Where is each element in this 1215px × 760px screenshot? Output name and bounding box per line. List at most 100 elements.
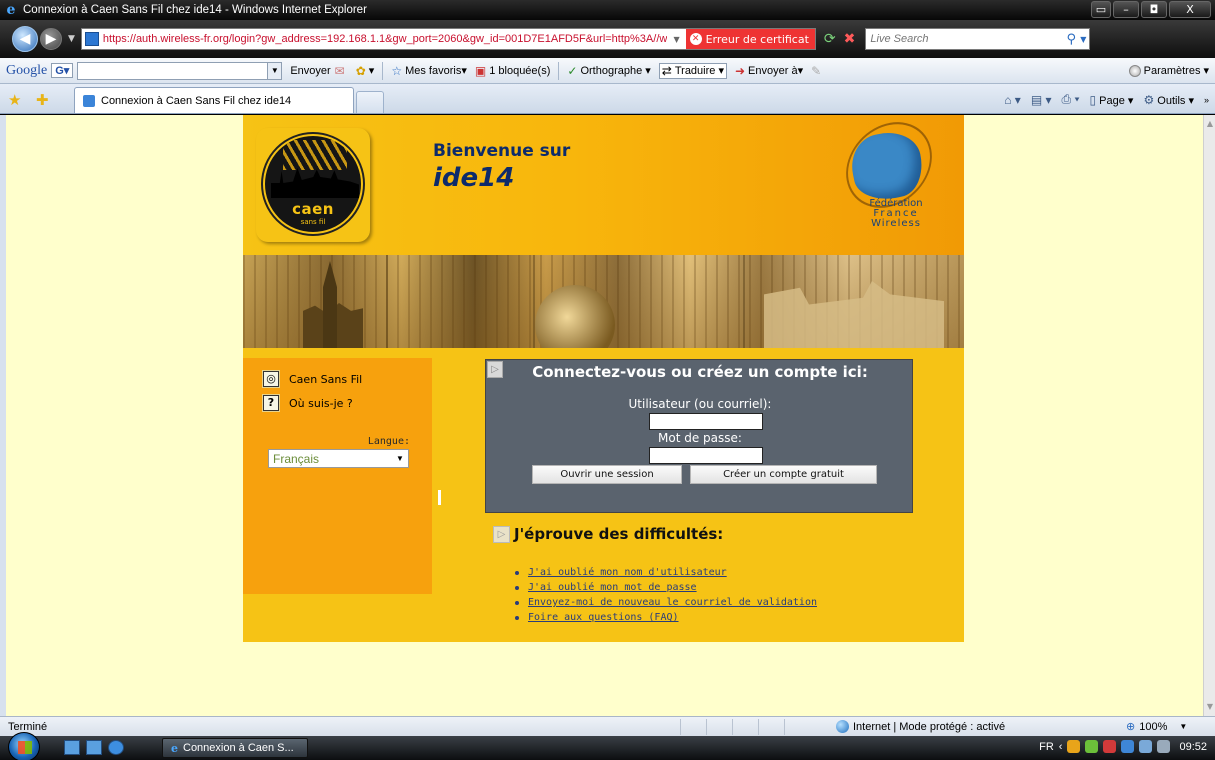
volume-icon[interactable] — [1157, 740, 1171, 753]
popup-blocker-button[interactable]: ▣ 1 bloquée(s) — [475, 64, 551, 78]
tray-app-icon[interactable] — [1121, 740, 1135, 753]
page-menu[interactable]: ▯ Page ▾ — [1090, 93, 1134, 107]
window-switch-button[interactable]: ▭ — [1091, 1, 1111, 18]
history-dropdown-icon[interactable]: ▼ — [68, 34, 75, 44]
status-cell — [706, 719, 732, 735]
forgot-password-link[interactable]: J'ai oublié mon mot de passe — [528, 580, 697, 595]
sidebar-link-caen-sans-fil[interactable]: ◎ Caen Sans Fil — [263, 371, 362, 387]
traduire-button[interactable]: ⇄ Traduire ▾ — [658, 62, 727, 79]
scroll-up-icon[interactable]: ▲ — [1204, 117, 1215, 131]
maximize-button[interactable]: ◘ — [1141, 1, 1167, 18]
password-field[interactable] — [650, 448, 762, 463]
live-search-input[interactable] — [866, 33, 1063, 45]
new-tab-button[interactable] — [356, 91, 384, 113]
toolbar-separator — [382, 61, 384, 80]
stop-icon[interactable]: ✖ — [844, 31, 856, 47]
federation-france-wireless-logo[interactable]: Fédération France Wireless — [839, 115, 942, 245]
ie-quicklaunch-icon[interactable] — [108, 740, 124, 755]
username-input[interactable] — [649, 413, 763, 430]
search-icon[interactable]: ⚲ — [1062, 32, 1080, 47]
question-icon: ? — [263, 395, 279, 411]
translate-icon: ⇄ — [661, 63, 672, 78]
network-icon[interactable] — [1139, 740, 1153, 753]
tray-app-icon[interactable] — [1085, 740, 1099, 753]
google-logo: Google — [6, 62, 48, 78]
chevron-more-icon[interactable]: » — [1204, 95, 1209, 105]
faq-link[interactable]: Foire aux questions (FAQ) — [528, 610, 679, 625]
switch-windows-icon[interactable] — [86, 740, 102, 755]
status-cell — [758, 719, 784, 735]
refresh-icon[interactable]: ⟳ — [824, 31, 836, 47]
tab-page-icon — [83, 94, 95, 107]
banner-castle — [764, 281, 944, 348]
tray-app-icon[interactable] — [1103, 740, 1117, 753]
zoom-control[interactable]: ⊕ 100% ▼ — [1126, 720, 1187, 734]
username-field[interactable] — [650, 414, 762, 429]
back-button[interactable]: ◀ — [12, 26, 38, 52]
envoyer-a-button[interactable]: ➜ Envoyer à ▾ — [735, 64, 803, 78]
security-zone[interactable]: Internet | Mode protégé : activé — [836, 720, 1005, 733]
highlight-button[interactable]: ✎ — [811, 64, 824, 78]
language-indicator[interactable]: FR — [1039, 741, 1054, 753]
forgot-username-link[interactable]: J'ai oublié mon nom d'utilisateur — [528, 565, 727, 580]
sidebar-link-ou-suis-je[interactable]: ? Où suis-je ? — [263, 395, 353, 411]
home-icon[interactable]: ⌂ ▾ — [1004, 93, 1021, 107]
spellcheck-icon: ✓ — [567, 63, 578, 78]
username-label: Utilisateur (ou courriel): — [628, 397, 772, 411]
start-button[interactable] — [8, 732, 40, 760]
resend-validation-link[interactable]: Envoyez-moi de nouveau le courriel de va… — [528, 595, 817, 610]
favoris-button[interactable]: ☆ Mes favoris ▾ — [391, 64, 467, 78]
status-cell — [732, 719, 758, 735]
language-value: Français — [273, 451, 320, 466]
minimize-button[interactable]: – — [1113, 1, 1139, 18]
tab-bar: ★ ✚ Connexion à Caen Sans Fil chez ide14… — [0, 84, 1215, 114]
tab-active[interactable]: Connexion à Caen Sans Fil chez ide14 — [74, 87, 354, 113]
window-title: Connexion à Caen Sans Fil chez ide14 - W… — [23, 4, 367, 16]
print-icon[interactable]: ⎙ ▾ — [1062, 92, 1080, 107]
scroll-down-icon[interactable]: ▼ — [1204, 700, 1215, 714]
password-input[interactable] — [649, 447, 763, 464]
search-options-icon[interactable]: ▼ — [1080, 35, 1086, 44]
site-header: caen sans fil Bienvenue sur ide14 Fédéra… — [243, 115, 964, 255]
google-bookmark-button[interactable]: ✿ ▾ — [356, 64, 375, 78]
add-favorite-icon[interactable]: ✚ — [36, 91, 49, 109]
tray-expand-icon[interactable]: ‹ — [1059, 741, 1063, 753]
parametres-button[interactable]: Paramètres ▾ — [1128, 64, 1209, 77]
google-envoyer-button[interactable]: Envoyer ✉ — [290, 64, 347, 78]
address-dropdown-icon[interactable]: ▼ — [673, 35, 679, 44]
logo-skyline — [271, 168, 359, 198]
live-search-box[interactable]: ⚲ ▼ — [865, 28, 1091, 50]
address-bar[interactable]: https://auth.wireless-fr.org/login?gw_ad… — [80, 28, 816, 50]
create-account-button[interactable]: Créer un compte gratuit — [690, 465, 877, 484]
favorites-star-icon[interactable]: ★ — [8, 91, 21, 109]
site-name: ide14 — [433, 163, 515, 193]
language-select[interactable]: Français ▼ — [268, 449, 409, 468]
clock[interactable]: 09:52 — [1179, 741, 1207, 753]
settings-icon — [1128, 64, 1141, 77]
orthographe-button[interactable]: ✓ Orthographe ▾ — [567, 64, 650, 78]
google-search-dropdown-icon[interactable]: ▼ — [267, 62, 282, 79]
parametres-label: Paramètres — [1143, 64, 1201, 77]
list-item: Envoyez-moi de nouveau le courriel de va… — [515, 595, 817, 610]
certificate-error-button[interactable]: ✕ Erreur de certificat — [685, 29, 815, 49]
close-button[interactable]: X — [1169, 1, 1211, 18]
taskbar-item-ie[interactable]: e Connexion à Caen S... — [162, 738, 308, 758]
address-url[interactable]: https://auth.wireless-fr.org/login?gw_ad… — [103, 33, 668, 45]
tray-app-icon[interactable] — [1067, 740, 1081, 753]
login-button[interactable]: Ouvrir une session — [532, 465, 682, 484]
status-cell — [784, 719, 810, 735]
google-search-input[interactable]: ▼ — [77, 61, 283, 80]
forward-button[interactable]: ▶ — [40, 28, 62, 50]
caen-sans-fil-logo[interactable]: caen sans fil — [256, 128, 370, 242]
show-desktop-icon[interactable] — [64, 740, 80, 755]
google-g-button[interactable]: G▾ — [51, 63, 74, 78]
password-label: Mot de passe: — [658, 431, 742, 445]
feeds-icon[interactable]: ▤ ▾ — [1031, 93, 1052, 107]
favoris-label: Mes favoris — [405, 64, 462, 77]
zoom-dropdown-icon[interactable]: ▼ — [1179, 722, 1187, 731]
security-zone-label: Internet | Mode protégé : activé — [853, 720, 1006, 733]
vertical-scrollbar[interactable]: ▲ ▼ — [1203, 115, 1215, 716]
banner-church-spire — [323, 261, 337, 348]
tools-menu[interactable]: ⚙ Outils ▾ — [1143, 93, 1194, 107]
traduire-label: Traduire — [674, 64, 716, 77]
